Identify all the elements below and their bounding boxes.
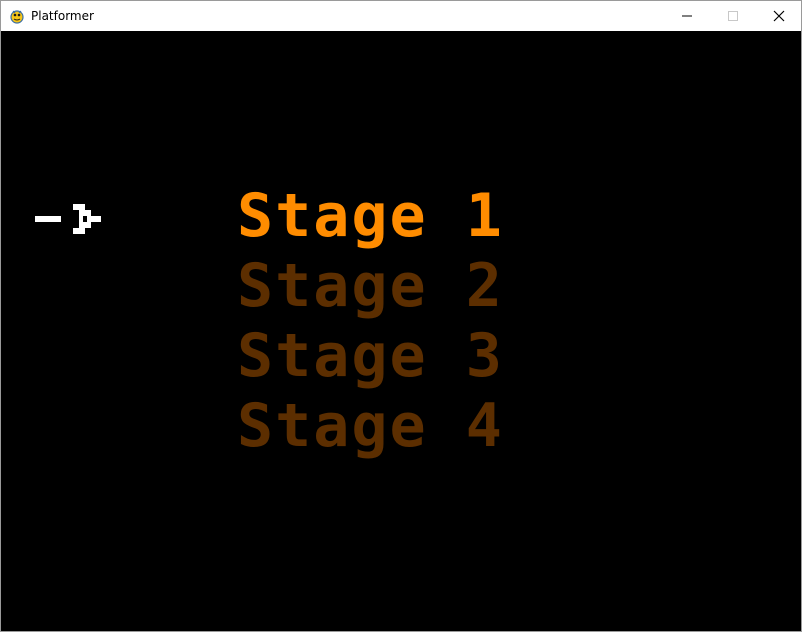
window-title: Platformer <box>31 9 94 23</box>
maximize-icon <box>728 11 738 21</box>
pygame-snake-icon <box>9 8 25 24</box>
close-icon <box>773 10 785 22</box>
menu-item-stage-1[interactable]: Stage 1 <box>237 181 567 251</box>
title-bar[interactable]: Platformer <box>1 1 801 31</box>
menu-item-stage-3[interactable]: Stage 3 <box>237 321 567 391</box>
game-canvas[interactable]: Stage 1 Stage 2 Stage 3 Stage 4 <box>1 31 801 631</box>
arrow-right-icon <box>35 202 101 238</box>
maximize-button[interactable] <box>710 1 756 31</box>
menu-item-stage-4[interactable]: Stage 4 <box>237 391 567 461</box>
game-window: Platformer Stage 1 Stage 2 Stage 3 Stage… <box>0 0 802 632</box>
minimize-icon <box>682 11 692 21</box>
minimize-button[interactable] <box>664 1 710 31</box>
close-button[interactable] <box>756 1 801 31</box>
menu-item-stage-2[interactable]: Stage 2 <box>237 251 567 321</box>
